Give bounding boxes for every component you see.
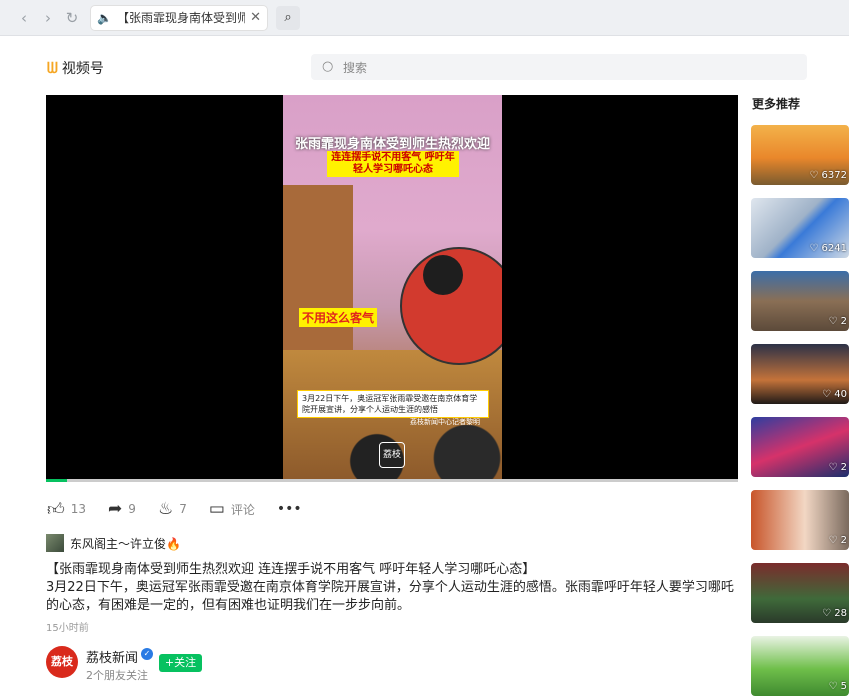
progress-fill [46, 479, 67, 482]
share-count: 9 [128, 502, 136, 516]
more-icon: ••• [276, 501, 302, 517]
recommendation-item[interactable]: ♡ 5 [751, 636, 849, 696]
video-caption-credit: 荔枝新闻中心记者黎明 [410, 418, 480, 426]
forward-icon[interactable]: › [38, 8, 58, 28]
author-row[interactable]: 东风阁主～许立俊🔥 [46, 534, 181, 552]
recommendation-item[interactable]: ♡ 6372 [751, 125, 849, 185]
recommendation-item[interactable]: ♡ 40 [751, 344, 849, 404]
description-body: 3月22日下午，奥运冠军张雨霏受邀在南京体育学院开展宣讲，分享个人运动生涯的感悟… [46, 580, 734, 613]
follow-button[interactable]: +关注 [159, 654, 202, 672]
channel-avatar[interactable]: 荔枝 [46, 646, 78, 678]
video-frame: 张雨霏现身南体受到师生热烈欢迎 连连摆手说不用客气 呼吁年轻人学习哪吒心态 不用… [283, 95, 502, 480]
video-description: 【张雨霏现身南体受到师生热烈欢迎 连连摆手说不用客气 呼吁年轻人学习哪吒心态】 … [46, 561, 746, 615]
channels-logo-icon: ᗯ [47, 59, 58, 77]
close-icon[interactable]: ✕ [250, 6, 261, 30]
recommendation-item[interactable]: ♡ 2 [751, 417, 849, 477]
like-count: 13 [70, 502, 87, 516]
logo-text: 视频号 [61, 61, 104, 77]
video-caption-quote: 不用这么客气 [299, 308, 378, 327]
fire-icon: ♨ [157, 499, 174, 519]
search-icon[interactable]: ⌕ [276, 6, 300, 30]
author-avatar [46, 534, 64, 552]
recommendation-count: ♡ 2 [828, 462, 847, 473]
recommendation-count: ♡ 6372 [809, 170, 847, 181]
recommendation-item[interactable]: ♡ 28 [751, 563, 849, 623]
recommendation-count: ♡ 28 [822, 608, 847, 619]
channel-name[interactable]: 荔枝新闻 [86, 647, 138, 666]
video-caption-sub: 连连摆手说不用客气 呼吁年轻人学习哪吒心态 [327, 151, 459, 177]
tab-video[interactable]: 🔈 【张雨霏现身南体受到师生热烈欢迎 ✕ [90, 5, 268, 31]
frame-head [423, 255, 463, 295]
recommendation-count: ♡ 2 [828, 316, 847, 327]
refresh-icon[interactable]: ↻ [62, 8, 82, 28]
share-button[interactable]: ➦ 9 [108, 499, 136, 519]
search-input[interactable]: ○ 搜索 [311, 54, 807, 80]
speaker-icon: 🔈 [97, 11, 112, 25]
post-time: 15小时前 [46, 623, 89, 634]
recommendation-item[interactable]: ♡ 2 [751, 271, 849, 331]
video-caption-info: 3月22日下午，奥运冠军张雨霏受邀在南京体育学院开展宣讲，分享个人运动生涯的感悟 [297, 390, 489, 418]
fire-count: 7 [179, 502, 187, 516]
description-title: 【张雨霏现身南体受到师生热烈欢迎 连连摆手说不用客气 呼吁年轻人学习哪吒心态】 [46, 562, 536, 577]
search-placeholder: 搜索 [343, 61, 368, 75]
tab-title: 【张雨霏现身南体受到师生热烈欢迎 [117, 11, 245, 25]
video-watermark: 荔枝 [379, 442, 405, 468]
recommendation-item[interactable]: ♡ 2 [751, 490, 849, 550]
like-button[interactable]: 👍︎ 13 [47, 499, 86, 520]
more-button[interactable]: ••• [277, 501, 302, 517]
browser-topbar: ‹ › ↻ 🔈 【张雨霏现身南体受到师生热烈欢迎 ✕ ⌕ [0, 0, 849, 36]
video-player[interactable]: 张雨霏现身南体受到师生热烈欢迎 连连摆手说不用客气 呼吁年轻人学习哪吒心态 不用… [46, 95, 738, 480]
share-arrow-icon: ➦ [108, 499, 123, 519]
recommendation-item[interactable]: ♡ 6241 [751, 198, 849, 258]
video-caption-title: 张雨霏现身南体受到师生热烈欢迎 [294, 137, 490, 152]
author-name: 东风阁主～许立俊🔥 [70, 536, 181, 551]
action-bar: 👍︎ 13 ➦ 9 ♨ 7 ▭ 评论 ••• [47, 498, 324, 520]
back-icon[interactable]: ‹ [14, 8, 34, 28]
comment-label: 评论 [230, 502, 255, 517]
channels-logo[interactable]: ᗯ 视频号 [47, 58, 104, 78]
recommendation-count: ♡ 40 [822, 389, 847, 400]
progress-bar[interactable] [46, 479, 738, 482]
fire-button[interactable]: ♨ 7 [158, 499, 187, 519]
search-icon: ○ [322, 59, 334, 74]
recommendation-count: ♡ 5 [828, 681, 847, 692]
friends-follow-text: 2个朋友关注 [86, 669, 148, 682]
frame-audience [323, 425, 502, 480]
more-recommendations-title: 更多推荐 [752, 97, 801, 111]
recommendation-count: ♡ 2 [828, 535, 847, 546]
verified-icon: ✓ [141, 648, 153, 660]
comment-button[interactable]: ▭ 评论 [209, 499, 255, 519]
thumbs-up-icon: 👍︎ [47, 499, 65, 520]
comment-icon: ▭ [208, 499, 225, 519]
recommendation-count: ♡ 6241 [809, 243, 847, 254]
